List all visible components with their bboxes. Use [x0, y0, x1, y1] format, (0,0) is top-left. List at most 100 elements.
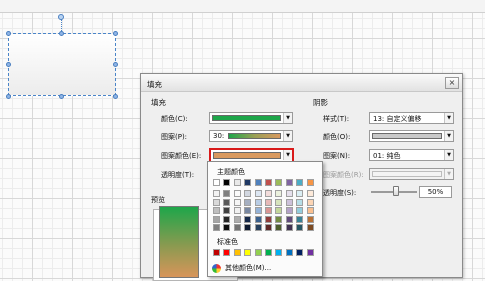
theme-color-shade-swatch[interactable]	[213, 207, 220, 214]
standard-color-swatch[interactable]	[223, 249, 231, 256]
theme-color-shade-swatch[interactable]	[285, 190, 293, 197]
standard-color-swatch[interactable]	[285, 249, 293, 256]
theme-color-shade-swatch[interactable]	[306, 224, 314, 231]
resize-handle-top-right[interactable]	[113, 31, 118, 36]
standard-color-swatch[interactable]	[233, 249, 241, 256]
theme-color-shade-swatch[interactable]	[285, 215, 293, 223]
resize-handle-bottom-right[interactable]	[113, 94, 118, 99]
theme-color-shade-swatch[interactable]	[265, 198, 272, 206]
fill-pattern-preview	[228, 133, 281, 139]
theme-color-shade-swatch[interactable]	[254, 190, 262, 197]
theme-color-swatch[interactable]	[254, 179, 262, 186]
theme-color-shade-swatch[interactable]	[275, 215, 283, 223]
resize-handle-bottom-left[interactable]	[6, 94, 11, 99]
shadow-transparency-slider-thumb[interactable]	[393, 186, 399, 196]
shadow-transparency-label: 透明度(S):	[323, 189, 357, 197]
theme-color-shade-swatch[interactable]	[244, 198, 252, 206]
shadow-style-dropdown[interactable]: 13: 自定义偏移 ▼	[369, 112, 454, 124]
theme-color-shade-swatch[interactable]	[275, 190, 283, 197]
chevron-down-icon: ▼	[444, 150, 453, 160]
theme-color-swatch[interactable]	[223, 179, 231, 186]
theme-color-shade-swatch[interactable]	[275, 224, 283, 231]
resize-handle-top[interactable]	[59, 31, 64, 36]
theme-color-shade-swatch[interactable]	[223, 207, 231, 214]
standard-color-swatch[interactable]	[244, 249, 252, 256]
fill-pattern-dropdown[interactable]: 30: ▼	[209, 130, 293, 142]
theme-color-shade-swatch[interactable]	[254, 215, 262, 223]
more-colors-button[interactable]: 其他颜色(M)...	[212, 262, 271, 274]
theme-color-shade-swatch[interactable]	[223, 224, 231, 231]
standard-color-swatch[interactable]	[254, 249, 262, 256]
standard-color-swatch[interactable]	[306, 249, 314, 256]
theme-color-shade-swatch[interactable]	[213, 198, 220, 206]
resize-handle-bottom[interactable]	[59, 94, 64, 99]
theme-color-shade-swatch[interactable]	[233, 198, 241, 206]
resize-handle-top-left[interactable]	[6, 31, 11, 36]
theme-color-shade-swatch[interactable]	[306, 215, 314, 223]
theme-color-shade-swatch[interactable]	[244, 224, 252, 231]
theme-color-swatch[interactable]	[265, 179, 272, 186]
close-button[interactable]: ×	[445, 77, 459, 89]
theme-color-shade-swatch[interactable]	[285, 224, 293, 231]
theme-color-shade-swatch[interactable]	[223, 190, 231, 197]
shadow-pattern-dropdown[interactable]: 01: 纯色 ▼	[369, 149, 454, 161]
theme-color-swatch[interactable]	[213, 179, 220, 186]
standard-color-swatch[interactable]	[213, 249, 220, 256]
theme-color-shade-swatch[interactable]	[244, 215, 252, 223]
theme-color-shade-swatch[interactable]	[296, 215, 304, 223]
shadow-style-label: 样式(T):	[323, 115, 350, 123]
theme-color-shade-swatch[interactable]	[265, 190, 272, 197]
standard-color-swatch[interactable]	[275, 249, 283, 256]
theme-color-shade-swatch[interactable]	[275, 198, 283, 206]
theme-color-shade-swatch[interactable]	[244, 190, 252, 197]
theme-color-shade-swatch[interactable]	[254, 198, 262, 206]
fill-pattern-value: 30:	[213, 132, 225, 140]
theme-color-shade-swatch[interactable]	[306, 207, 314, 214]
theme-color-shade-swatch[interactable]	[296, 207, 304, 214]
theme-color-swatch[interactable]	[296, 179, 304, 186]
theme-color-shade-swatch[interactable]	[296, 190, 304, 197]
theme-color-shade-swatch[interactable]	[233, 207, 241, 214]
theme-color-shade-swatch[interactable]	[275, 207, 283, 214]
theme-color-shade-swatch[interactable]	[213, 224, 220, 231]
shadow-color-swatch	[372, 133, 442, 139]
theme-color-shade-swatch[interactable]	[223, 198, 231, 206]
theme-color-shade-swatch[interactable]	[306, 190, 314, 197]
theme-color-shade-swatch[interactable]	[265, 207, 272, 214]
theme-color-shade-swatch[interactable]	[233, 224, 241, 231]
theme-color-shade-swatch[interactable]	[265, 215, 272, 223]
shadow-pattern-label: 图案(N):	[323, 152, 351, 160]
shadow-color-dropdown[interactable]: ▼	[369, 130, 454, 142]
resize-handle-right[interactable]	[113, 62, 118, 67]
theme-color-shade-swatch[interactable]	[233, 215, 241, 223]
theme-color-shade-swatch[interactable]	[213, 190, 220, 197]
theme-color-shade-swatch[interactable]	[244, 207, 252, 214]
theme-color-shade-swatch[interactable]	[296, 198, 304, 206]
theme-color-shade-swatch[interactable]	[213, 215, 220, 223]
selected-rectangle-shape[interactable]	[8, 33, 116, 96]
shadow-pattern-color-dropdown[interactable]: ▼	[369, 168, 454, 180]
resize-handle-left[interactable]	[6, 62, 11, 67]
theme-color-shade-swatch[interactable]	[254, 207, 262, 214]
theme-color-shade-swatch[interactable]	[285, 198, 293, 206]
shadow-transparency-input[interactable]: 50%	[419, 186, 452, 198]
theme-color-shade-swatch[interactable]	[233, 190, 241, 197]
theme-color-shade-swatch[interactable]	[254, 224, 262, 231]
dialog-titlebar[interactable]: 填充 ×	[141, 74, 462, 92]
theme-color-swatch[interactable]	[275, 179, 283, 186]
standard-color-swatch[interactable]	[265, 249, 272, 256]
theme-color-shade-swatch[interactable]	[306, 198, 314, 206]
theme-color-shade-swatch[interactable]	[285, 207, 293, 214]
fill-color-dropdown[interactable]: ▼	[209, 112, 293, 124]
theme-color-swatch[interactable]	[233, 179, 241, 186]
theme-color-swatch[interactable]	[306, 179, 314, 186]
fill-section-title: 填充	[151, 98, 166, 107]
rotation-handle[interactable]	[58, 14, 64, 20]
theme-color-swatch[interactable]	[285, 179, 293, 186]
theme-color-shade-swatch[interactable]	[296, 224, 304, 231]
theme-color-shade-swatch[interactable]	[223, 215, 231, 223]
theme-color-swatch[interactable]	[244, 179, 252, 186]
theme-color-shade-swatch[interactable]	[265, 224, 272, 231]
standard-color-swatch[interactable]	[296, 249, 304, 256]
dialog-title: 填充	[147, 80, 162, 89]
